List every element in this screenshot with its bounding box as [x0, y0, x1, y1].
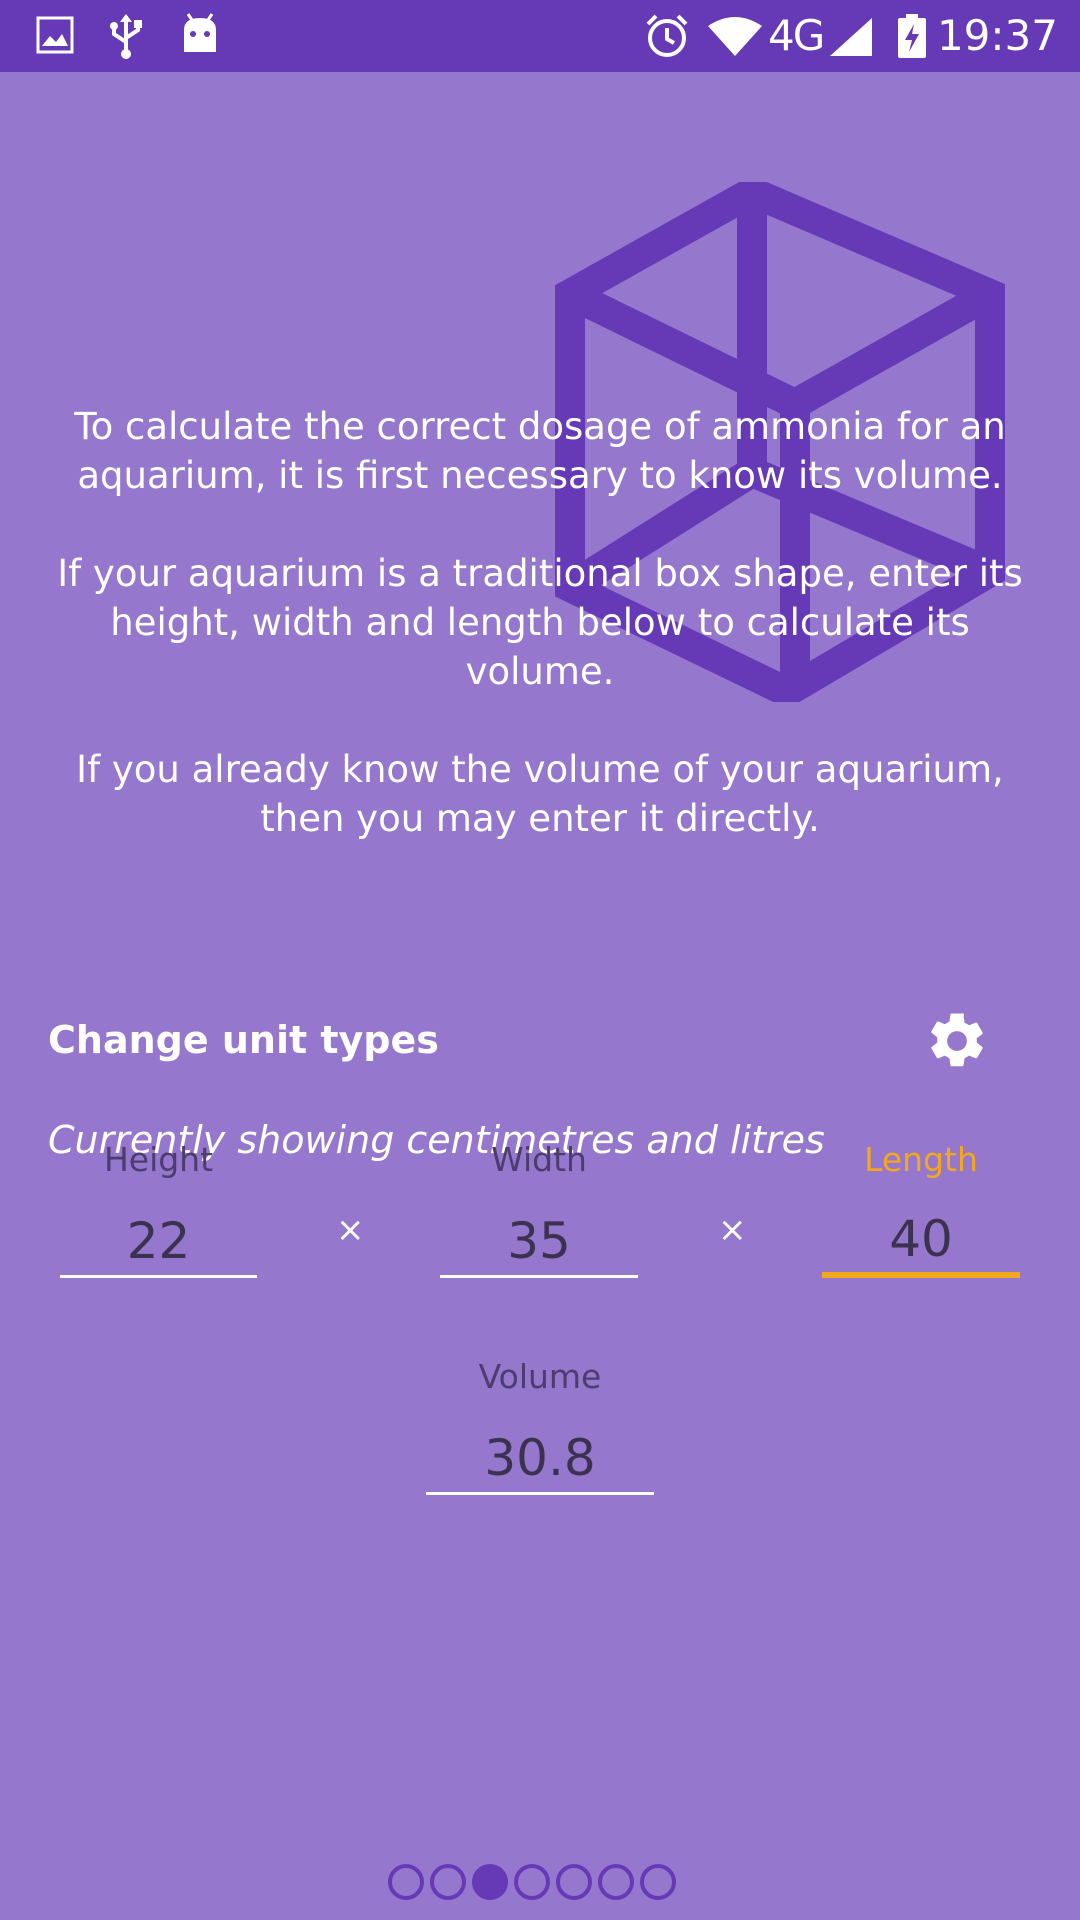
change-units-title: Change unit types — [48, 1018, 439, 1062]
page-dot[interactable] — [514, 1864, 550, 1900]
clock: 19:37 — [936, 11, 1058, 60]
intro-paragraph: To calculate the correct dosage of ammon… — [74, 405, 1006, 497]
page-dot[interactable] — [640, 1864, 676, 1900]
length-label: Length — [864, 1140, 978, 1179]
page-dot[interactable] — [598, 1864, 634, 1900]
page-dot[interactable] — [556, 1864, 592, 1900]
page-dot[interactable] — [388, 1864, 424, 1900]
intro-paragraph: If you already know the volume of your a… — [76, 748, 1004, 840]
main-content: To calculate the correct dosage of ammon… — [0, 72, 1080, 1920]
gear-icon[interactable] — [924, 1008, 990, 1074]
page-dot-active[interactable] — [472, 1864, 508, 1900]
alarm-icon — [644, 12, 690, 64]
network-type: 4G — [768, 11, 825, 60]
status-bar: 4G 19:37 — [0, 0, 1080, 72]
multiply-sign: × — [336, 1210, 365, 1250]
gallery-icon — [36, 16, 74, 58]
usb-icon — [106, 12, 146, 64]
signal-icon — [828, 16, 874, 62]
length-input[interactable] — [822, 1206, 1020, 1278]
page-indicator — [388, 1864, 694, 1906]
width-field[interactable]: Width — [440, 1138, 638, 1278]
multiply-sign: × — [718, 1210, 747, 1250]
intro-text: To calculate the correct dosage of ammon… — [40, 402, 1040, 892]
width-input[interactable] — [440, 1206, 638, 1278]
height-field[interactable]: Height — [60, 1138, 257, 1278]
page-dot[interactable] — [430, 1864, 466, 1900]
intro-paragraph: If your aquarium is a traditional box sh… — [57, 552, 1023, 693]
width-label: Width — [491, 1140, 587, 1179]
wifi-icon — [706, 16, 764, 62]
height-input[interactable] — [60, 1206, 257, 1278]
length-field[interactable]: Length — [822, 1138, 1020, 1278]
android-icon — [180, 12, 220, 60]
volume-input[interactable] — [426, 1423, 654, 1495]
battery-charging-icon — [896, 12, 928, 64]
height-label: Height — [103, 1140, 214, 1179]
volume-label: Volume — [478, 1357, 602, 1396]
change-units-row[interactable]: Change unit types — [48, 1012, 1008, 1068]
volume-field[interactable]: Volume — [426, 1355, 654, 1495]
